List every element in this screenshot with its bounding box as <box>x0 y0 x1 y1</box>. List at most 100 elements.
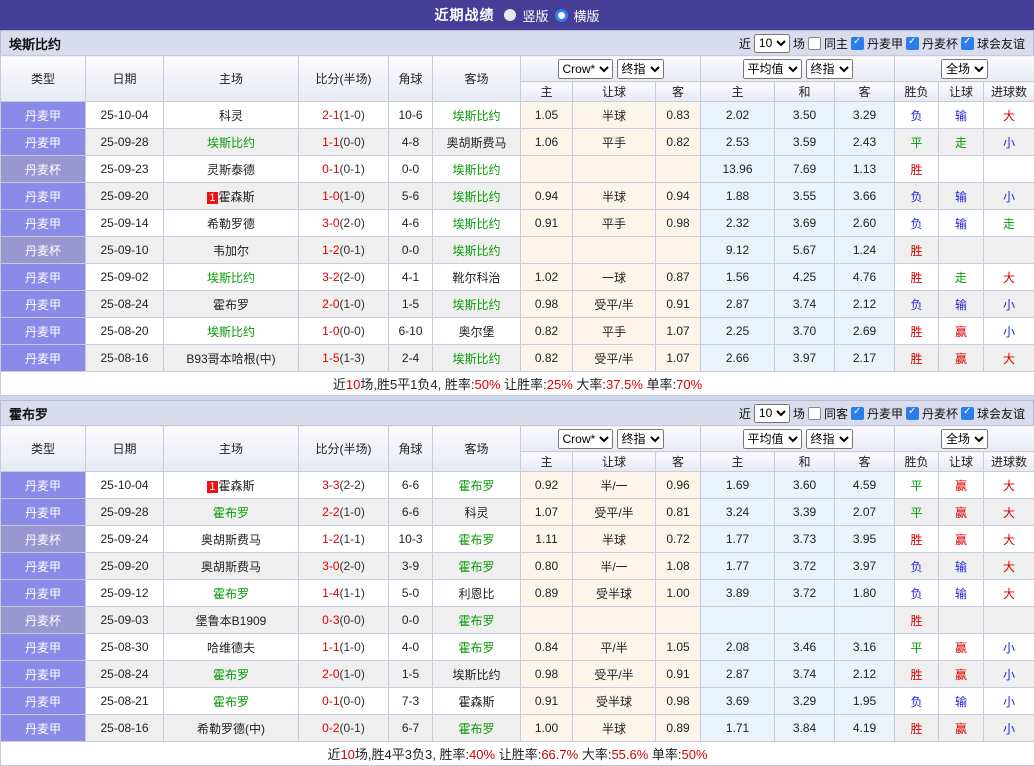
away-team-name[interactable]: 科灵 <box>464 506 488 520</box>
home-team-name[interactable]: 霍森斯 <box>219 190 255 204</box>
away-team-cell[interactable]: 科灵 <box>433 499 521 526</box>
home-team-name[interactable]: 霍布罗 <box>213 506 249 520</box>
away-team-cell[interactable]: 霍布罗 <box>433 607 521 634</box>
home-team-name[interactable]: B93哥本哈根(中) <box>186 352 275 366</box>
home-team-cell[interactable]: 埃斯比约 <box>164 318 299 345</box>
home-team-cell[interactable]: 灵斯泰德 <box>164 156 299 183</box>
home-team-cell[interactable]: 哈维德夫 <box>164 634 299 661</box>
away-team-name[interactable]: 埃斯比约 <box>452 352 500 366</box>
home-team-name[interactable]: 霍布罗 <box>213 668 249 682</box>
league-filter-checkbox[interactable] <box>906 407 919 420</box>
home-team-name[interactable]: 霍森斯 <box>219 479 255 493</box>
average-select[interactable]: 平均值 <box>743 59 802 79</box>
away-team-name[interactable]: 奥尔堡 <box>458 325 494 339</box>
away-team-cell[interactable]: 霍布罗 <box>433 634 521 661</box>
away-team-cell[interactable]: 奥尔堡 <box>433 318 521 345</box>
home-team-name[interactable]: 埃斯比约 <box>207 325 255 339</box>
away-team-name[interactable]: 霍布罗 <box>458 533 494 547</box>
home-team-cell[interactable]: 希勒罗德(中) <box>164 715 299 742</box>
match-count-select[interactable]: 10 <box>754 404 790 423</box>
away-team-name[interactable]: 奥胡斯费马 <box>446 136 506 150</box>
away-team-name[interactable]: 霍布罗 <box>458 560 494 574</box>
home-team-name[interactable]: 奥胡斯费马 <box>201 533 261 547</box>
home-team-name[interactable]: 奥胡斯费马 <box>201 560 261 574</box>
home-team-cell[interactable]: 霍布罗 <box>164 580 299 607</box>
home-team-cell[interactable]: 埃斯比约 <box>164 264 299 291</box>
home-team-name[interactable]: 韦加尔 <box>213 244 249 258</box>
home-team-cell[interactable]: 1霍森斯 <box>164 472 299 499</box>
same-venue-checkbox[interactable] <box>808 407 821 420</box>
home-team-cell[interactable]: B93哥本哈根(中) <box>164 345 299 372</box>
away-team-name[interactable]: 霍布罗 <box>458 641 494 655</box>
away-team-name[interactable]: 埃斯比约 <box>452 190 500 204</box>
away-team-cell[interactable]: 埃斯比约 <box>433 210 521 237</box>
away-team-cell[interactable]: 埃斯比约 <box>433 156 521 183</box>
final-odds-select-2[interactable]: 终指 <box>806 429 853 449</box>
away-team-name[interactable]: 霍布罗 <box>458 614 494 628</box>
home-team-name[interactable]: 希勒罗德 <box>207 217 255 231</box>
home-team-name[interactable]: 霍布罗 <box>213 695 249 709</box>
scope-select[interactable]: 全场 <box>941 59 988 79</box>
final-odds-select-2[interactable]: 终指 <box>806 59 853 79</box>
away-team-name[interactable]: 埃斯比约 <box>452 244 500 258</box>
away-team-cell[interactable]: 埃斯比约 <box>433 237 521 264</box>
league-filter-label[interactable]: 丹麦甲 <box>867 35 903 52</box>
vertical-layout-radio-icon[interactable] <box>504 9 516 21</box>
away-team-name[interactable]: 霍布罗 <box>458 479 494 493</box>
away-team-name[interactable]: 埃斯比约 <box>452 109 500 123</box>
away-team-cell[interactable]: 埃斯比约 <box>433 102 521 129</box>
league-filter-label[interactable]: 球会友谊 <box>977 405 1025 422</box>
same-venue-label[interactable]: 同主 <box>824 35 848 52</box>
away-team-cell[interactable]: 埃斯比约 <box>433 345 521 372</box>
away-team-name[interactable]: 埃斯比约 <box>452 217 500 231</box>
home-team-cell[interactable]: 科灵 <box>164 102 299 129</box>
average-select[interactable]: 平均值 <box>743 429 802 449</box>
final-odds-select[interactable]: 终指 <box>617 429 664 449</box>
league-filter-checkbox[interactable] <box>961 407 974 420</box>
home-team-cell[interactable]: 1霍森斯 <box>164 183 299 210</box>
vertical-layout-radio-label[interactable]: 竖版 <box>522 6 548 25</box>
league-filter-checkbox[interactable] <box>851 407 864 420</box>
home-team-cell[interactable]: 霍布罗 <box>164 499 299 526</box>
away-team-cell[interactable]: 利恩比 <box>433 580 521 607</box>
away-team-cell[interactable]: 埃斯比约 <box>433 661 521 688</box>
away-team-name[interactable]: 霍布罗 <box>458 722 494 736</box>
home-team-name[interactable]: 埃斯比约 <box>207 136 255 150</box>
home-team-name[interactable]: 灵斯泰德 <box>207 163 255 177</box>
home-team-name[interactable]: 科灵 <box>219 109 243 123</box>
final-odds-select[interactable]: 终指 <box>617 59 664 79</box>
home-team-name[interactable]: 埃斯比约 <box>207 271 255 285</box>
home-team-cell[interactable]: 堡鲁本B1909 <box>164 607 299 634</box>
horizontal-layout-radio-icon[interactable] <box>555 9 568 22</box>
home-team-cell[interactable]: 奥胡斯费马 <box>164 553 299 580</box>
home-team-cell[interactable]: 埃斯比约 <box>164 129 299 156</box>
league-filter-checkbox[interactable] <box>961 37 974 50</box>
away-team-name[interactable]: 埃斯比约 <box>452 298 500 312</box>
away-team-cell[interactable]: 霍布罗 <box>433 553 521 580</box>
bookmaker-select[interactable]: Crow* <box>558 59 613 79</box>
same-venue-label[interactable]: 同客 <box>824 405 848 422</box>
home-team-cell[interactable]: 霍布罗 <box>164 688 299 715</box>
home-team-cell[interactable]: 希勒罗德 <box>164 210 299 237</box>
league-filter-checkbox[interactable] <box>906 37 919 50</box>
away-team-cell[interactable]: 霍森斯 <box>433 688 521 715</box>
away-team-name[interactable]: 霍森斯 <box>458 695 494 709</box>
league-filter-label[interactable]: 丹麦杯 <box>922 405 958 422</box>
home-team-name[interactable]: 哈维德夫 <box>207 641 255 655</box>
match-count-select[interactable]: 10 <box>754 34 790 53</box>
league-filter-label[interactable]: 丹麦甲 <box>867 405 903 422</box>
away-team-name[interactable]: 靴尔科治 <box>452 271 500 285</box>
away-team-name[interactable]: 埃斯比约 <box>452 668 500 682</box>
bookmaker-select[interactable]: Crow* <box>558 429 613 449</box>
same-venue-checkbox[interactable] <box>808 37 821 50</box>
league-filter-checkbox[interactable] <box>851 37 864 50</box>
away-team-cell[interactable]: 霍布罗 <box>433 472 521 499</box>
away-team-cell[interactable]: 埃斯比约 <box>433 183 521 210</box>
away-team-cell[interactable]: 靴尔科治 <box>433 264 521 291</box>
away-team-name[interactable]: 利恩比 <box>458 587 494 601</box>
league-filter-label[interactable]: 丹麦杯 <box>922 35 958 52</box>
away-team-cell[interactable]: 霍布罗 <box>433 715 521 742</box>
home-team-name[interactable]: 霍布罗 <box>213 298 249 312</box>
home-team-cell[interactable]: 霍布罗 <box>164 291 299 318</box>
scope-select[interactable]: 全场 <box>941 429 988 449</box>
